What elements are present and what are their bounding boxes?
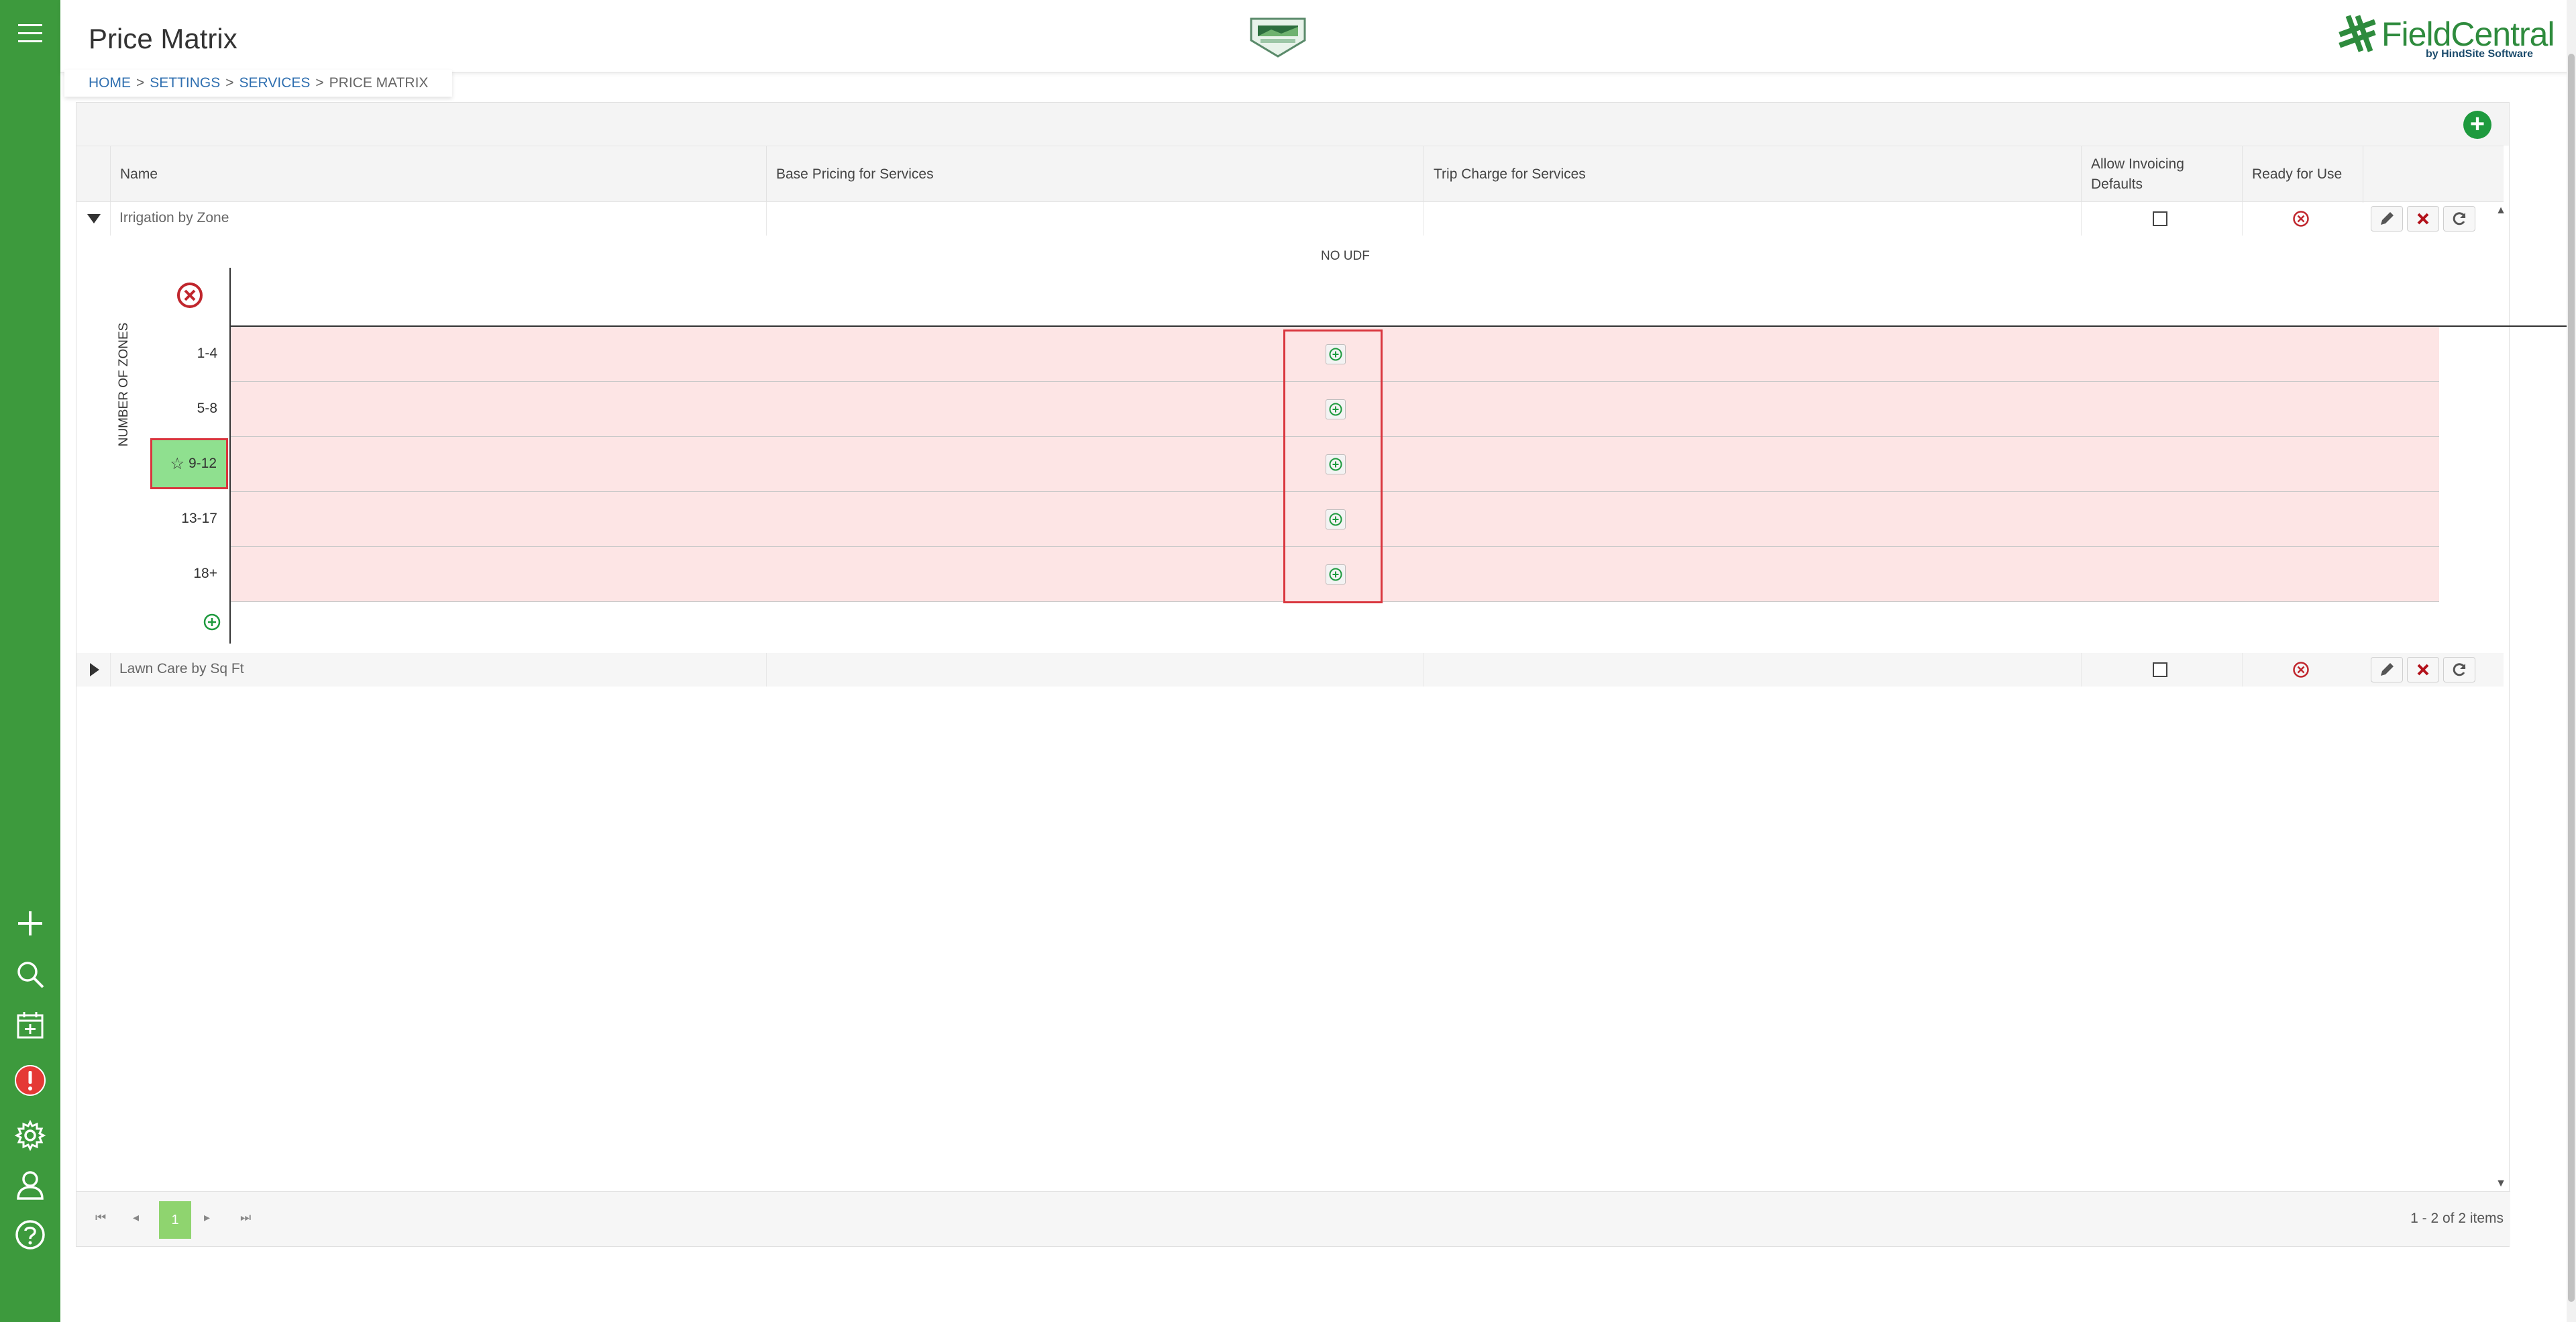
menu-icon[interactable] bbox=[10, 13, 50, 54]
zone-label[interactable]: 5-8 bbox=[149, 382, 227, 436]
collapse-arrow-icon[interactable] bbox=[86, 211, 102, 227]
add-circle-icon bbox=[1329, 513, 1342, 526]
cell-base-pricing bbox=[766, 653, 1424, 687]
cell-base-pricing bbox=[766, 202, 1424, 236]
breadcrumb-current: PRICE MATRIX bbox=[329, 75, 429, 91]
cell-trip-charge bbox=[1424, 653, 2081, 687]
header-base-pricing[interactable]: Base Pricing for Services bbox=[766, 146, 1424, 203]
first-page-button[interactable]: ⏮ bbox=[95, 1211, 106, 1225]
add-price-button[interactable] bbox=[1326, 344, 1346, 364]
breadcrumb-separator: > bbox=[315, 75, 324, 91]
expand-arrow-icon[interactable] bbox=[86, 662, 102, 678]
close-icon bbox=[2417, 213, 2429, 225]
plus-icon[interactable] bbox=[10, 903, 50, 944]
zone-label[interactable]: 13-17 bbox=[149, 492, 227, 546]
price-matrix-grid: + Name Base Pricing for Services Trip Ch… bbox=[76, 102, 2576, 1247]
header-trip-charge[interactable]: Trip Charge for Services bbox=[1424, 146, 2081, 203]
add-price-button[interactable] bbox=[1326, 564, 1346, 584]
allow-invoicing-checkbox[interactable] bbox=[2153, 211, 2167, 226]
edit-button[interactable] bbox=[2371, 206, 2403, 232]
add-price-button[interactable] bbox=[1326, 509, 1346, 529]
breadcrumb-settings[interactable]: SETTINGS bbox=[150, 75, 220, 91]
zone-label-text: 9-12 bbox=[188, 456, 217, 471]
header-name[interactable]: Name bbox=[110, 146, 766, 203]
cell-trip-charge bbox=[1424, 202, 2081, 236]
table-row: Lawn Care by Sq Ft bbox=[76, 653, 2504, 687]
refresh-button[interactable] bbox=[2443, 657, 2475, 682]
scroll-up-arrow[interactable]: ▲ bbox=[2496, 205, 2506, 217]
pencil-icon bbox=[2381, 212, 2394, 225]
brand-subtitle: by HindSite Software bbox=[2426, 48, 2534, 60]
add-price-matrix-button[interactable]: + bbox=[2463, 111, 2491, 139]
user-icon[interactable] bbox=[10, 1165, 50, 1205]
breadcrumb-separator: > bbox=[136, 75, 145, 91]
zone-label-selected[interactable]: ☆ 9-12 bbox=[150, 438, 228, 489]
delete-button[interactable] bbox=[2407, 657, 2439, 682]
header-expander bbox=[76, 146, 110, 203]
next-page-button[interactable]: ▸ bbox=[204, 1211, 210, 1225]
plus-icon: + bbox=[2469, 109, 2485, 138]
page-title: Price Matrix bbox=[89, 23, 237, 54]
not-ready-icon bbox=[2293, 211, 2309, 227]
star-icon: ☆ bbox=[170, 454, 184, 473]
company-logo bbox=[1244, 13, 1311, 59]
breadcrumb-separator: > bbox=[225, 75, 234, 91]
help-icon[interactable] bbox=[10, 1215, 50, 1255]
row-name: Irrigation by Zone bbox=[119, 210, 229, 225]
zones-axis-label: NUMBER OF ZONES bbox=[117, 322, 131, 447]
refresh-icon bbox=[2453, 212, 2466, 225]
add-price-button[interactable] bbox=[1326, 399, 1346, 419]
grid-toolbar: + bbox=[76, 103, 2509, 146]
edit-button[interactable] bbox=[2371, 657, 2403, 682]
not-ready-icon bbox=[2293, 662, 2309, 678]
zone-label[interactable]: 1-4 bbox=[149, 327, 227, 380]
add-circle-icon bbox=[1329, 348, 1342, 361]
last-page-button[interactable]: ⏭ bbox=[240, 1211, 251, 1225]
header: Price Matrix FieldCentral by HindSite So… bbox=[60, 0, 2576, 72]
gear-icon[interactable] bbox=[10, 1115, 50, 1156]
header-allow-invoicing[interactable]: Allow Invoicing Defaults bbox=[2081, 146, 2242, 203]
breadcrumb-services[interactable]: SERVICES bbox=[239, 75, 311, 91]
prev-page-button[interactable]: ◂ bbox=[133, 1211, 139, 1225]
pager-info: 1 - 2 of 2 items bbox=[2410, 1211, 2504, 1226]
fieldcentral-logo: FieldCentral by HindSite Software bbox=[2334, 11, 2563, 63]
price-matrix-detail: NO UDF NUMBER OF ZONES 1-4 5-8 ☆ 9-12 13… bbox=[76, 237, 2576, 653]
scroll-down-arrow[interactable]: ▼ bbox=[2496, 1178, 2506, 1190]
search-icon[interactable] bbox=[10, 954, 50, 995]
alert-icon[interactable] bbox=[10, 1060, 50, 1101]
app-root: Price Matrix FieldCentral by HindSite So… bbox=[0, 0, 2576, 1322]
header-allow-invoicing-line2: Defaults bbox=[2091, 176, 2143, 192]
allow-invoicing-checkbox[interactable] bbox=[2153, 662, 2167, 677]
pager: ⏮ ◂ 1 ▸ ⏭ 1 - 2 of 2 items bbox=[76, 1191, 2510, 1246]
zone-label[interactable]: 18+ bbox=[149, 547, 227, 601]
pencil-icon bbox=[2381, 663, 2394, 676]
udf-label: NO UDF bbox=[1321, 249, 1370, 263]
refresh-button[interactable] bbox=[2443, 206, 2475, 232]
scrollbar-thumb[interactable] bbox=[2568, 54, 2575, 1302]
current-page[interactable]: 1 bbox=[159, 1201, 191, 1239]
close-icon bbox=[2417, 664, 2429, 676]
add-circle-icon bbox=[1329, 458, 1342, 471]
table-row: Irrigation by Zone bbox=[76, 202, 2504, 236]
delete-matrix-icon[interactable] bbox=[176, 281, 204, 309]
delete-button[interactable] bbox=[2407, 206, 2439, 232]
add-circle-icon bbox=[1329, 568, 1342, 581]
calendar-add-icon[interactable] bbox=[10, 1005, 50, 1046]
sidebar bbox=[0, 0, 60, 1322]
breadcrumb: HOME > SETTINGS > SERVICES > PRICE MATRI… bbox=[64, 70, 453, 97]
header-allow-invoicing-line1: Allow Invoicing bbox=[2091, 156, 2184, 172]
refresh-icon bbox=[2453, 663, 2466, 676]
add-price-button[interactable] bbox=[1326, 454, 1346, 474]
header-actions bbox=[2363, 146, 2504, 203]
header-ready-for-use[interactable]: Ready for Use bbox=[2242, 146, 2363, 203]
page-scrollbar[interactable] bbox=[2567, 0, 2576, 1322]
breadcrumb-home[interactable]: HOME bbox=[89, 75, 131, 91]
row-name: Lawn Care by Sq Ft bbox=[119, 661, 244, 676]
add-zone-icon[interactable] bbox=[203, 613, 221, 631]
fieldcentral-mark-icon bbox=[2339, 15, 2376, 52]
add-circle-icon bbox=[1329, 403, 1342, 416]
grid-header: Name Base Pricing for Services Trip Char… bbox=[76, 146, 2504, 203]
